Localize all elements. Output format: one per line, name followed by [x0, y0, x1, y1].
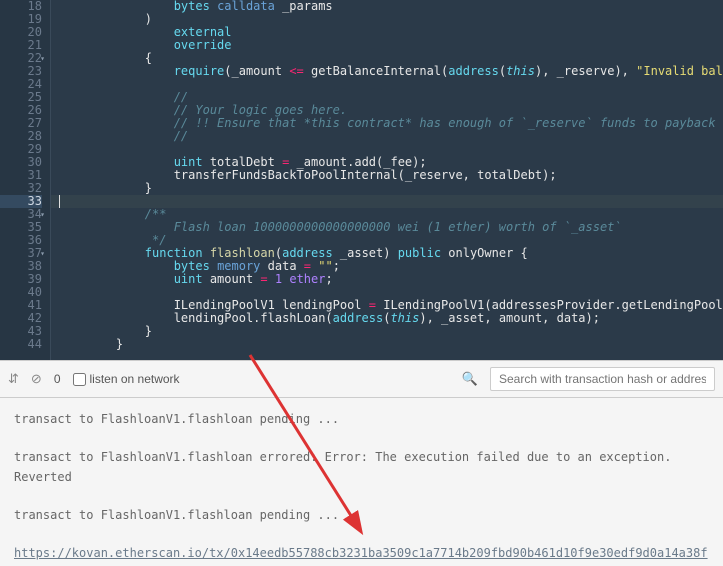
code-line[interactable]: } — [87, 338, 723, 351]
console-line: transact to FlashloanV1.flashloan pendin… — [14, 410, 709, 429]
listen-network-label: listen on network — [90, 372, 180, 386]
code-line[interactable]: } — [87, 182, 723, 195]
expand-icon[interactable]: ⇵ — [8, 371, 19, 387]
code-line[interactable]: transferFundsBackToPoolInternal(_reserve… — [87, 169, 723, 182]
code-line[interactable]: override — [87, 39, 723, 52]
console-line — [14, 487, 709, 506]
tx-search-input[interactable] — [490, 367, 715, 391]
code-editor[interactable]: 1819202122▾232425262728293031323334▾3536… — [0, 0, 723, 360]
console-line — [14, 525, 709, 544]
code-line[interactable]: // — [87, 130, 723, 143]
code-line[interactable]: bytes calldata _params — [87, 0, 723, 13]
code-line[interactable]: } — [87, 325, 723, 338]
code-line[interactable]: uint amount = 1 ether; — [87, 273, 723, 286]
cursor-indicator — [59, 195, 60, 208]
line-number: 44 — [0, 338, 42, 351]
console-line: transact to FlashloanV1.flashloan pendin… — [14, 506, 709, 525]
console-line — [14, 429, 709, 448]
code-line[interactable]: lendingPool.flashLoan(address(this), _as… — [87, 312, 723, 325]
code-line[interactable] — [87, 195, 723, 208]
listen-network-toggle[interactable]: listen on network — [73, 372, 180, 386]
etherscan-link[interactable]: https://kovan.etherscan.io/tx/0x14eedb55… — [14, 546, 708, 560]
console-line: transact to FlashloanV1.flashloan errore… — [14, 448, 709, 486]
block-icon[interactable]: ⊘ — [31, 371, 42, 387]
code-area[interactable]: bytes calldata _params ) external overri… — [50, 0, 723, 360]
listen-network-checkbox[interactable] — [73, 373, 86, 386]
console-output[interactable]: transact to FlashloanV1.flashloan pendin… — [0, 398, 723, 566]
transactions-panel-bar: ⇵ ⊘ 0 listen on network 🔍 — [0, 360, 723, 398]
code-line[interactable]: Flash loan 1000000000000000000 wei (1 et… — [87, 221, 723, 234]
pending-count: 0 — [54, 372, 61, 386]
search-icon[interactable]: 🔍 — [462, 371, 478, 387]
line-number-gutter: 1819202122▾232425262728293031323334▾3536… — [0, 0, 50, 360]
code-line[interactable]: require(_amount <= getBalanceInternal(ad… — [87, 65, 723, 78]
